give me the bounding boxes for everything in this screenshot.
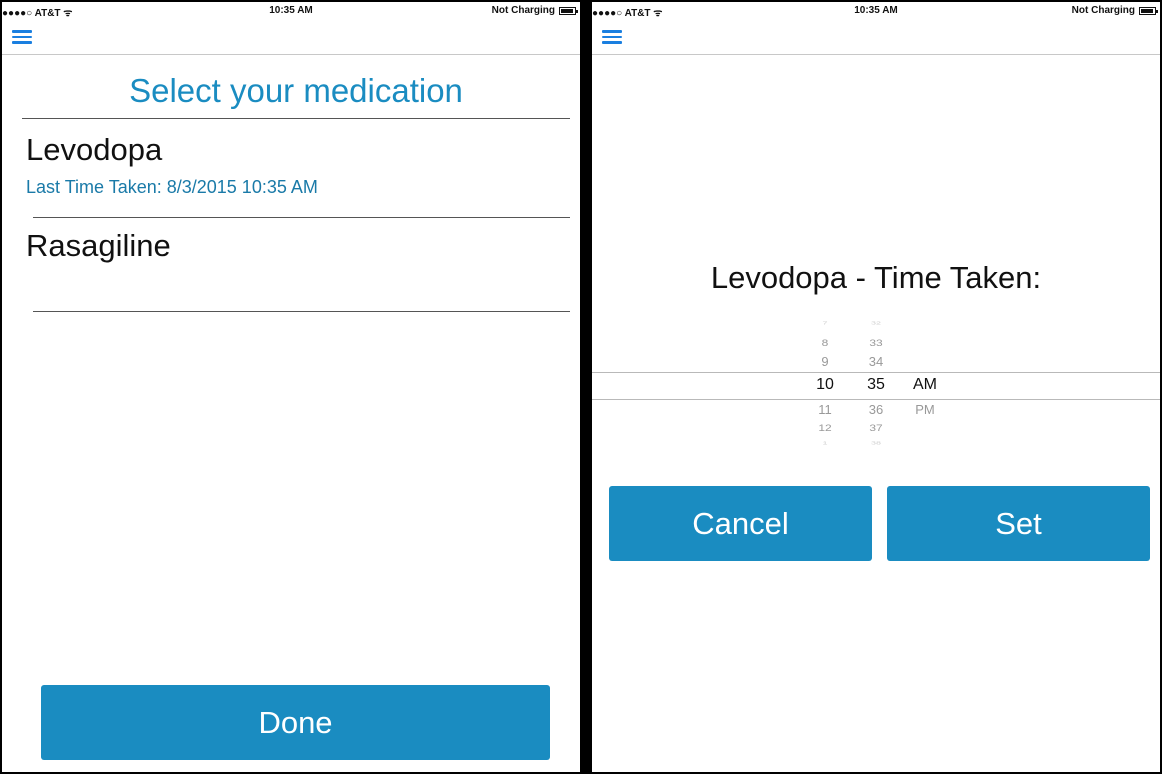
picker-hour-option[interactable]: 7 [807, 320, 843, 326]
picker-minute-option[interactable]: 34 [858, 354, 894, 369]
done-button[interactable]: Done [41, 685, 550, 760]
picker-hour-option[interactable]: 12 [807, 422, 843, 433]
picker-ampm-option[interactable]: PM [905, 402, 945, 417]
battery-icon [559, 6, 578, 15]
hamburger-menu-icon[interactable] [602, 30, 622, 44]
picker-minute-option[interactable]: 38 [858, 440, 894, 446]
medication-item-levodopa[interactable]: Levodopa Last Time Taken: 8/3/2015 10:35… [22, 119, 570, 217]
page-title: Select your medication [129, 72, 463, 109]
time-picker[interactable]: 7 8 9 10 11 12 1 32 33 34 35 36 37 38 AM… [592, 317, 1160, 454]
status-bar: ●●●●○ AT&T ᯤ 10:35 AM Not Charging [2, 2, 580, 20]
cancel-button[interactable]: Cancel [609, 486, 872, 561]
battery-status: Not Charging [1071, 5, 1158, 16]
picker-hour-option[interactable]: 1 [807, 440, 843, 446]
picker-hour-option[interactable]: 8 [807, 337, 843, 348]
medication-list-screen: ●●●●○ AT&T ᯤ 10:35 AM Not Charging Selec… [2, 2, 580, 772]
picker-minute-option[interactable]: 33 [858, 337, 894, 348]
status-bar: ●●●●○ AT&T ᯤ 10:35 AM Not Charging [592, 2, 1160, 20]
picker-minute-option[interactable]: 36 [858, 402, 894, 417]
medication-name: Rasagiline [26, 228, 171, 263]
medication-item-rasagiline[interactable]: Rasagiline [22, 217, 570, 312]
nav-bar [592, 20, 1160, 55]
nav-bar [2, 20, 580, 55]
set-button[interactable]: Set [887, 486, 1150, 561]
list-divider [33, 311, 570, 312]
picker-minute-selected[interactable]: 35 [858, 376, 894, 394]
medication-name: Levodopa [26, 132, 163, 167]
picker-hour-option[interactable]: 11 [807, 402, 843, 417]
battery-status: Not Charging [491, 5, 578, 16]
battery-status-text: Not Charging [491, 5, 555, 16]
time-taken-screen: ●●●●○ AT&T ᯤ 10:35 AM Not Charging Levod… [592, 2, 1160, 772]
picker-minute-option[interactable]: 37 [858, 422, 894, 433]
hamburger-menu-icon[interactable] [12, 30, 32, 44]
battery-status-text: Not Charging [1071, 5, 1135, 16]
dialog-title: Levodopa - Time Taken: [710, 260, 1042, 295]
battery-icon [1139, 6, 1158, 15]
picker-minute-option[interactable]: 32 [858, 320, 894, 326]
picker-hour-option[interactable]: 9 [807, 354, 843, 369]
picker-ampm-selected[interactable]: AM [905, 376, 945, 394]
last-time-taken: Last Time Taken: 8/3/2015 10:35 AM [26, 177, 318, 197]
picker-hour-selected[interactable]: 10 [807, 376, 843, 394]
